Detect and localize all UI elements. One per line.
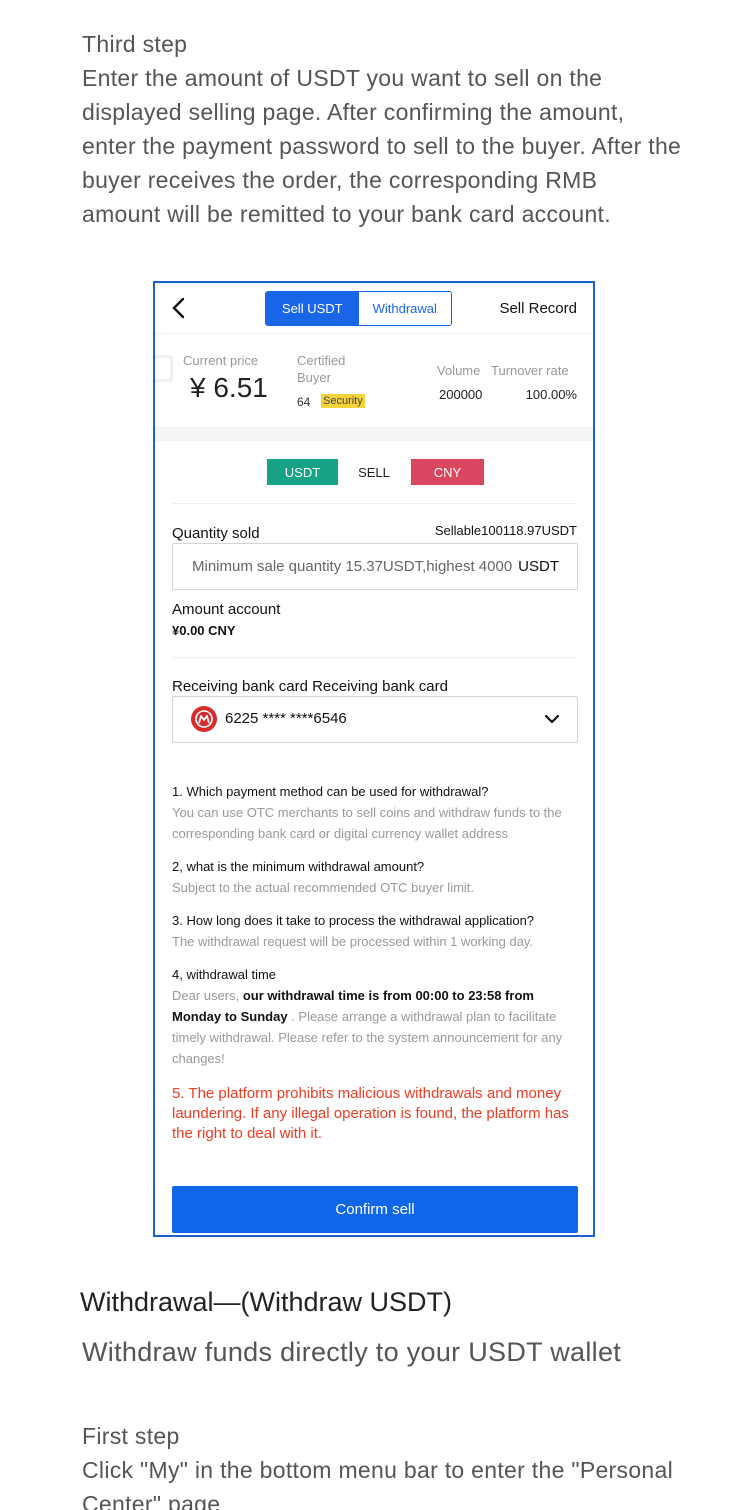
security-badge: Security — [321, 394, 365, 408]
section-separator — [155, 427, 593, 441]
section-subtitle: Withdraw funds directly to your USDT wal… — [82, 1337, 622, 1367]
volume-label: Volume — [437, 363, 481, 378]
turnover-value: 100.00% — [525, 387, 577, 402]
faq-item: 3. How long does it take to process the … — [172, 910, 582, 952]
bank-logo-icon — [191, 706, 217, 732]
sell-tag: SELL — [358, 464, 390, 480]
quantity-input[interactable] — [192, 544, 512, 589]
confirm-sell-button[interactable]: Confirm sell — [172, 1186, 578, 1233]
faq-question: 4, withdrawal time — [172, 967, 277, 982]
volume-value: 200000 — [439, 387, 483, 402]
sell-record-link[interactable]: Sell Record — [499, 300, 577, 317]
tab-sell-usdt[interactable]: Sell USDT — [266, 292, 359, 325]
top-bar: Sell USDT Withdrawal Sell Record — [155, 283, 593, 333]
mode-switch: Sell USDT Withdrawal — [265, 291, 452, 326]
sell-usdt-screenshot: Sell USDT Withdrawal Sell Record Current… — [153, 281, 595, 1237]
turnover-label: Turnover rate — [491, 363, 569, 378]
price-summary: Current price ¥ 6.51 Certified Buyer 64 … — [155, 334, 593, 427]
current-price-label: Current price — [183, 353, 259, 368]
step3-body: Enter the amount of USDT you want to sel… — [82, 65, 682, 227]
current-price: ¥ 6.51 — [190, 372, 268, 403]
faq-answer: You can use OTC merchants to sell coins … — [172, 805, 562, 841]
faq-question: 2, what is the minimum withdrawal amount… — [172, 859, 425, 874]
quantity-field[interactable]: USDT — [172, 543, 578, 590]
faq-item: 4, withdrawal time Dear users, our withd… — [172, 964, 582, 1069]
faq-question: 1. Which payment method can be used for … — [172, 784, 489, 799]
chevron-down-icon — [544, 714, 560, 724]
faq-answer: Dear users, our withdrawal time is from … — [172, 988, 563, 1066]
buyer-count: 64 — [297, 395, 311, 409]
section-heading: Withdrawal—(Withdraw USDT) — [80, 1287, 453, 1317]
bank-card-number: 6225 **** ****6546 — [225, 710, 347, 727]
step1-title: First step — [82, 1423, 180, 1449]
amount-value: ¥0.00 CNY — [172, 623, 236, 638]
faq-item: 1. Which payment method can be used for … — [172, 781, 582, 844]
back-button[interactable] — [169, 295, 189, 321]
bank-card-select[interactable]: 6225 **** ****6546 — [172, 696, 578, 743]
bank-card-label: Receiving bank card Receiving bank card — [172, 678, 448, 695]
amount-label: Amount account — [172, 601, 281, 618]
faq-answer: Subject to the actual recommended OTC bu… — [172, 880, 475, 895]
divider — [172, 657, 576, 658]
step3-section: Third step Enter the amount of USDT you … — [82, 27, 682, 231]
faq-item: 2, what is the minimum withdrawal amount… — [172, 856, 582, 898]
step1-body: Click "My" in the bottom menu bar to ent… — [82, 1457, 674, 1510]
quantity-unit: USDT — [518, 558, 559, 575]
usdt-tag: USDT — [267, 459, 338, 485]
chevron-left-icon — [172, 297, 185, 319]
step3-title: Third step — [82, 31, 188, 57]
faq-answer: The withdrawal request will be processed… — [172, 934, 534, 949]
faq-question: 3. How long does it take to process the … — [172, 913, 535, 928]
certified-buyer-label: Certified Buyer — [297, 353, 346, 385]
select-checkbox[interactable] — [155, 355, 173, 382]
cny-tag: CNY — [411, 459, 484, 485]
sellable-amount: Sellable100118.97USDT — [434, 523, 577, 538]
divider — [172, 503, 576, 504]
step1-section: First step Click "My" in the bottom menu… — [82, 1419, 682, 1510]
tab-withdrawal[interactable]: Withdrawal — [358, 292, 451, 325]
quantity-label: Quantity sold — [172, 525, 260, 542]
warning-text: 5. The platform prohibits malicious with… — [172, 1085, 569, 1142]
